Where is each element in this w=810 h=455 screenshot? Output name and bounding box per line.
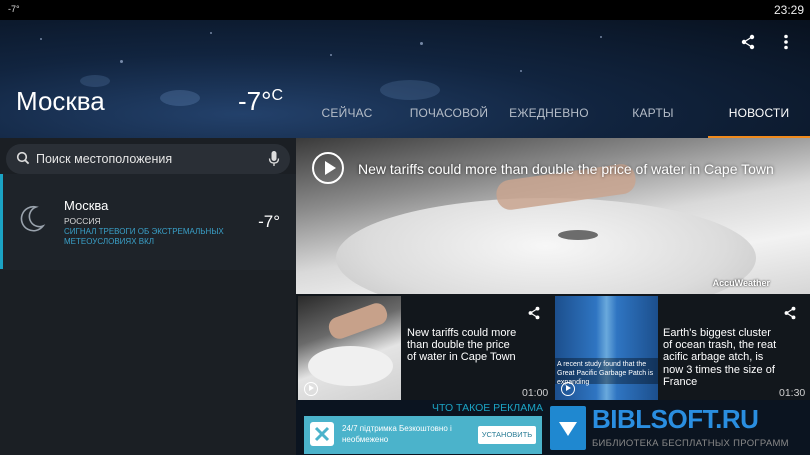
what-is-ad-link[interactable]: ЧТО ТАКОЕ РЕКЛАМА [432,402,543,414]
card-duration: 01:30 [779,387,806,399]
play-icon[interactable] [304,382,318,396]
video-brand: AccuWeather [712,278,770,288]
more-vert-icon[interactable] [776,32,796,52]
share-icon[interactable] [783,306,797,325]
tab-hourly[interactable]: ПОЧАСОВОЙ [398,96,500,138]
moon-icon [18,204,46,239]
watermark-site: BIBLSOFT.RU [592,404,759,434]
ad-install-button[interactable]: УСТАНОВИТЬ [478,426,536,444]
tab-maps[interactable]: КАРТЫ [598,96,708,138]
alert-status: СИГНАЛ ТРЕВОГИ ОБ ЭКСТРЕМАЛЬНЫХ МЕТЕОУСЛ… [64,227,224,246]
ad-text: 24/7 підтримка Безкоштовно і необмежено [342,424,452,444]
location-temperature: -7° [258,212,280,231]
share-icon[interactable] [738,32,758,52]
tab-now[interactable]: СЕЙЧАС [296,96,398,138]
status-time: 23:29 [773,3,804,17]
mic-icon[interactable] [268,150,280,173]
city-temperature: -7°C [238,86,284,116]
video-title: New tariffs could more than double the p… [358,161,774,177]
card-title: Earth's biggest cluster of ocean trash, … [663,327,777,388]
search-icon [16,151,30,170]
card-thumbnail: A recent study found that the Great Paci… [555,296,658,400]
card-duration: 01:00 [522,387,549,399]
ad-logo-icon [310,422,334,446]
search-input[interactable]: Поиск местоположения [6,144,290,174]
ad-banner[interactable]: 24/7 підтримка Безкоштовно і необмежено … [304,416,542,454]
play-icon[interactable] [312,152,344,184]
location-panel: Поиск местоположения Москва РОССИЯ СИГНА… [0,138,296,455]
tab-daily[interactable]: ЕЖЕДНЕВНО [500,96,598,138]
location-country: РОССИЯ [64,216,101,226]
selected-indicator [0,174,3,269]
news-card[interactable]: New tariffs could more than double the p… [296,296,550,400]
status-bar: -7° 23:29 [0,0,810,20]
card-title: New tariffs could more than double the p… [407,327,517,364]
play-icon[interactable] [561,382,575,396]
search-placeholder: Поиск местоположения [36,152,173,166]
video-thumbnail [336,198,756,294]
card-thumbnail [298,296,401,400]
watermark: BIBLSOFT.RU БИБЛИОТЕКА БЕСПЛАТНЫХ ПРОГРА… [548,404,810,455]
location-name: Москва [64,198,109,213]
tab-bar: СЕЙЧАС ПОЧАСОВОЙ ЕЖЕДНЕВНО КАРТЫ НОВОСТИ [296,96,810,138]
news-cards: New tariffs could more than double the p… [296,294,810,400]
download-icon [550,406,586,450]
watermark-subtitle: БИБЛИОТЕКА БЕСПЛАТНЫХ ПРОГРАММ [592,438,789,449]
app-root: -7° 23:29 Москва -7°C СЕЙЧАС ПОЧАСОВОЙ Е… [0,0,810,455]
status-temperature: -7° [8,4,20,14]
share-icon[interactable] [527,306,541,325]
tab-news[interactable]: НОВОСТИ [708,96,810,138]
location-item[interactable]: Москва РОССИЯ СИГНАЛ ТРЕВОГИ ОБ ЭКСТРЕМА… [0,174,296,270]
featured-video[interactable]: New tariffs could more than double the p… [296,138,810,294]
city-title: Москва [16,86,105,116]
news-card[interactable]: A recent study found that the Great Paci… [553,296,810,400]
